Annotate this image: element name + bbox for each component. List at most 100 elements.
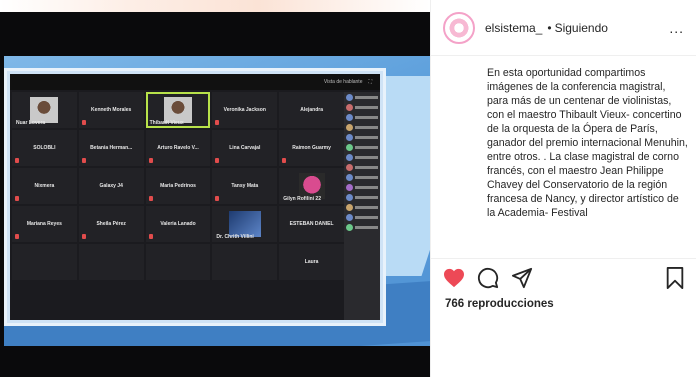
save-button[interactable] — [665, 267, 685, 294]
participant-name: Valeria Lanado — [160, 221, 196, 227]
avatar — [346, 174, 353, 181]
muted-mic-icon — [81, 120, 86, 125]
views-count: 766 reproducciones — [445, 298, 554, 310]
participant-tile: Kenneth Morales — [78, 92, 144, 128]
share-button[interactable] — [511, 267, 533, 294]
post-header: elsistema_ • Siguiendo ... — [431, 0, 696, 56]
avatar — [346, 124, 353, 131]
video-scene: Vista de hablante ⛶ Nuar Lovera Kenneth … — [4, 56, 430, 346]
avatar — [346, 224, 353, 231]
participant-tile: Tansy Mata — [212, 168, 278, 204]
zoom-monitor: Vista de hablante ⛶ Nuar Lovera Kenneth … — [4, 68, 386, 326]
video-player[interactable]: Vista de hablante ⛶ Nuar Lovera Kenneth … — [0, 12, 430, 377]
participant-list-item — [346, 94, 378, 101]
muted-mic-icon — [15, 196, 19, 201]
muted-mic-icon — [81, 234, 86, 239]
participant-tile: Dr. Chrith Villini — [212, 206, 278, 242]
participant-tile: Nuar Lovera — [12, 92, 77, 128]
top-banner-strip — [0, 0, 430, 12]
participant-name: Dr. Chrith Villini — [216, 234, 254, 240]
send-icon — [511, 267, 533, 289]
avatar — [346, 204, 353, 211]
like-button[interactable] — [443, 268, 465, 293]
participant-name: Betania Herman... — [90, 145, 133, 151]
participant-grid: Nuar Lovera Kenneth Morales Thibault Vie… — [10, 92, 346, 320]
avatar — [346, 134, 353, 141]
participant-name: Veronika Jackson — [223, 107, 266, 113]
participant-tile: Sheila Pérez — [78, 206, 144, 242]
participant-name: Laura — [304, 259, 319, 265]
more-options-button[interactable]: ... — [669, 20, 684, 36]
participant-list-item — [346, 184, 378, 191]
zoom-toolbar: Vista de hablante ⛶ — [10, 74, 380, 90]
participant-tile-active-speaker: Thibault Vieux — [145, 92, 211, 128]
username-link[interactable]: elsistema_ — [485, 21, 542, 35]
participant-name: Tansy Mata — [231, 183, 259, 189]
muted-mic-icon — [148, 234, 153, 239]
participant-tile: SOLOBLI — [12, 130, 77, 166]
following-button[interactable]: Siguiendo — [555, 21, 608, 35]
avatar — [346, 164, 353, 171]
participant-name: Sheila Pérez — [96, 221, 126, 227]
participant-list-item — [346, 124, 378, 131]
participant-tile — [145, 244, 211, 280]
participant-name: Gilyn Rofilini 22 — [283, 196, 321, 202]
avatar — [346, 114, 353, 121]
participant-name: SOLOBLI — [33, 145, 56, 151]
avatar — [346, 214, 353, 221]
participant-tile — [78, 244, 144, 280]
participant-list-item — [346, 214, 378, 221]
avatar — [346, 194, 353, 201]
participant-list-item — [346, 174, 378, 181]
muted-mic-icon — [215, 196, 220, 201]
participant-name: Galaxy J4 — [99, 183, 123, 189]
participant-list-item — [346, 104, 378, 111]
participant-list-item — [346, 164, 378, 171]
participant-tile: Lina Carvajal — [212, 130, 278, 166]
muted-mic-icon — [148, 158, 153, 163]
participant-tile: Mariana Reyes — [12, 206, 77, 242]
profile-logo-icon — [448, 16, 470, 39]
participant-tile: Betania Herman... — [78, 130, 144, 166]
participant-tile: Veronika Jackson — [212, 92, 278, 128]
participant-list-item — [346, 134, 378, 141]
avatar — [346, 144, 353, 151]
avatar[interactable] — [443, 11, 475, 44]
bookmark-icon — [666, 267, 684, 289]
participant-tile — [212, 244, 278, 280]
avatar — [346, 184, 353, 191]
participant-name: Mariana Reyes — [26, 221, 62, 227]
comment-icon — [477, 267, 499, 289]
muted-mic-icon — [15, 158, 19, 163]
participant-tile: ESTEBAN DANIEL — [279, 206, 344, 242]
muted-mic-icon — [282, 158, 287, 163]
participant-list-item — [346, 154, 378, 161]
comment-button[interactable] — [477, 267, 499, 294]
participants-panel — [344, 92, 380, 320]
participant-tile: Galaxy J4 — [78, 168, 144, 204]
participant-name: Thibault Vieux — [149, 120, 184, 126]
participant-list-item — [346, 114, 378, 121]
participant-tile: Laura — [279, 244, 344, 280]
participant-list-item — [346, 194, 378, 201]
participant-list-item — [346, 224, 378, 231]
participant-tile: Alejandra — [279, 92, 344, 128]
participant-name: Nixmera — [34, 183, 55, 189]
participant-tile: Arturo Ravelo V... — [145, 130, 211, 166]
separator-dot: • — [547, 20, 552, 35]
caption-text: En esta oportunidad compartimos imágenes… — [487, 67, 688, 219]
post-caption: En esta oportunidad compartimos imágenes… — [443, 66, 689, 258]
participant-tile: Valeria Lanado — [145, 206, 211, 242]
muted-mic-icon — [15, 234, 19, 239]
participant-tile: Gilyn Rofilini 22 — [279, 168, 344, 204]
participant-name: Raimon Guarmy — [292, 145, 331, 151]
participant-name: ESTEBAN DANIEL — [289, 221, 334, 227]
avatar — [346, 94, 353, 101]
participant-list-item — [346, 144, 378, 151]
zoom-screen: Vista de hablante ⛶ Nuar Lovera Kenneth … — [10, 74, 380, 320]
speaker-view-label: Vista de hablante — [323, 79, 363, 85]
participant-tile: Nixmera — [12, 168, 77, 204]
participant-tile: Raimon Guarmy — [279, 130, 344, 166]
avatar — [346, 154, 353, 161]
fullscreen-icon: ⛶ — [368, 79, 372, 85]
